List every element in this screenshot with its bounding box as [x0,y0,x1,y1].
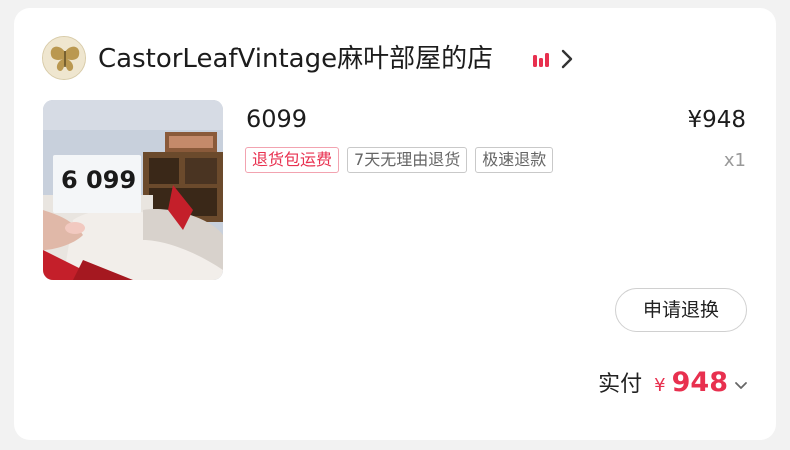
paid-summary[interactable]: 实付 ¥ 948 [598,366,748,398]
product-quantity: x1 [723,150,746,171]
product-title[interactable]: 6099 [246,104,307,134]
tag-fast-refund: 极速退款 [475,147,554,173]
product-image-label: 6 099 [61,166,137,194]
chevron-down-icon[interactable] [734,381,748,391]
shop-avatar[interactable] [42,36,86,80]
service-tags: 退货包运费 7天无理由退货 极速退款 [245,147,554,173]
refund-request-button[interactable]: 申请退换 [615,288,747,332]
shop-name[interactable]: CastorLeafVintage麻叶部屋的店 [98,42,493,76]
paid-amount: 948 [671,367,728,398]
tag-free-return-shipping: 退货包运费 [245,147,340,173]
tag-7-day-return: 7天无理由退货 [347,147,468,173]
paid-label: 实付 [598,372,643,397]
product-price: ¥948 [687,107,746,133]
paid-currency: ¥ [654,375,666,396]
order-card: CastorLeafVintage麻叶部屋的店 6 099 6099 ¥948 … [14,8,776,440]
live-bars-icon [533,53,549,67]
chevron-right-icon[interactable] [560,48,574,70]
butterfly-logo-icon [43,37,85,79]
